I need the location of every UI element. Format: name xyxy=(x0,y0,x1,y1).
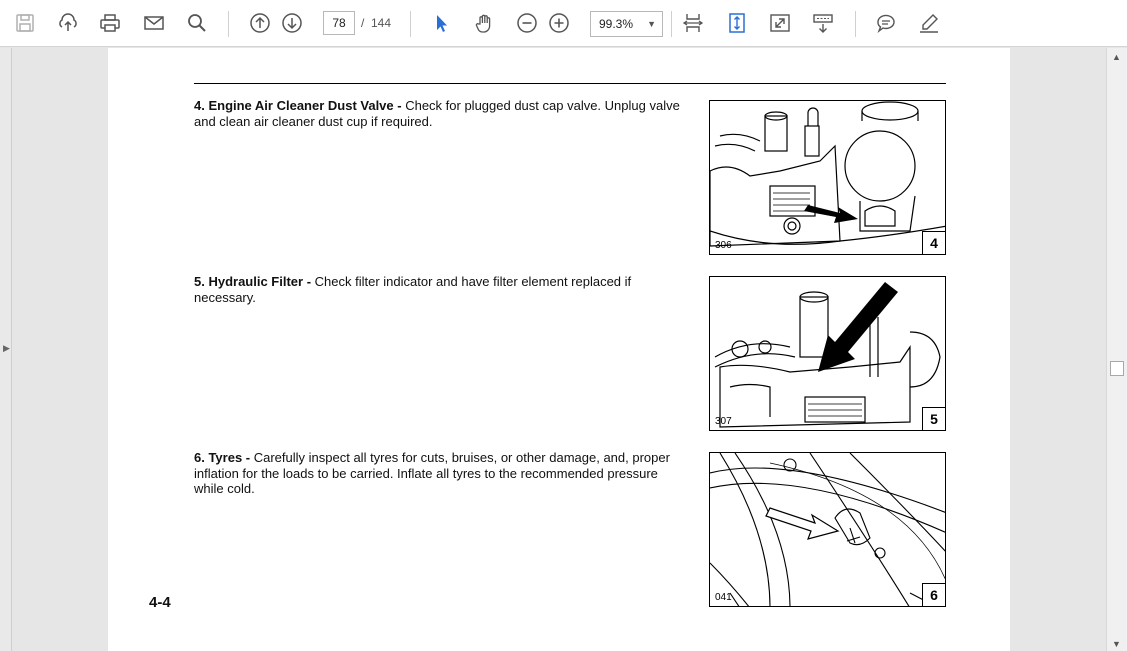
chevron-right-icon: ▶ xyxy=(3,343,10,353)
toolbar-separator xyxy=(410,11,411,37)
figure-number: 6 xyxy=(922,583,945,606)
page-separator: / xyxy=(361,16,365,30)
figure-number: 5 xyxy=(922,407,945,430)
figure-code: 041 xyxy=(715,592,732,603)
figure-6-tyres: 041 6 xyxy=(709,452,946,607)
document-page: 4. Engine Air Cleaner Dust Valve - Check… xyxy=(108,48,1010,651)
figure-5-hydraulic-filter: 307 5 xyxy=(709,276,946,431)
fullscreen-icon[interactable] xyxy=(765,8,795,38)
item-6-body: Carefully inspect all tyres for cuts, br… xyxy=(194,450,670,496)
item-5-text: 5. Hydraulic Filter - Check filter indic… xyxy=(194,274,689,305)
scroll-mode-icon[interactable] xyxy=(808,8,838,38)
page-down-icon[interactable] xyxy=(277,8,307,38)
figure-number: 4 xyxy=(922,231,945,254)
zoom-in-icon[interactable] xyxy=(544,8,574,38)
fit-width-icon[interactable] xyxy=(678,8,708,38)
search-icon[interactable] xyxy=(182,8,212,38)
zoom-select[interactable]: 99.3% ▼ xyxy=(590,11,663,37)
scroll-down-icon[interactable]: ▼ xyxy=(1112,639,1121,649)
header-rule xyxy=(194,83,946,84)
chevron-down-icon: ▼ xyxy=(647,19,656,29)
zoom-value: 99.3% xyxy=(599,17,634,31)
toolbar: 78 / 144 99.3% ▼ xyxy=(0,0,1127,47)
left-panel-toggle[interactable]: ▶ xyxy=(0,48,12,651)
scrollbar-thumb[interactable] xyxy=(1110,361,1124,376)
viewer-background xyxy=(1010,48,1106,651)
viewer-background xyxy=(12,48,108,651)
page-up-icon[interactable] xyxy=(245,8,275,38)
sign-icon[interactable] xyxy=(914,8,944,38)
item-4-text: 4. Engine Air Cleaner Dust Valve - Check… xyxy=(194,98,689,129)
item-6-title: 6. Tyres - xyxy=(194,450,251,465)
comment-icon[interactable] xyxy=(871,8,901,38)
save-icon[interactable] xyxy=(10,8,40,38)
toolbar-separator xyxy=(228,11,229,37)
upload-icon[interactable] xyxy=(53,8,83,38)
air-cleaner-illustration xyxy=(710,101,945,247)
item-5-title: 5. Hydraulic Filter - xyxy=(194,274,312,289)
page-number-input[interactable]: 78 xyxy=(323,11,355,35)
item-6-text: 6. Tyres - Carefully inspect all tyres f… xyxy=(194,450,689,497)
toolbar-separator xyxy=(855,11,856,37)
hydraulic-filter-illustration xyxy=(714,282,941,428)
page-total: 144 xyxy=(371,16,392,30)
fit-page-icon[interactable] xyxy=(722,8,752,38)
hand-tool-icon[interactable] xyxy=(469,8,499,38)
scroll-up-icon[interactable]: ▲ xyxy=(1112,52,1121,62)
select-cursor-icon[interactable] xyxy=(426,8,456,38)
tyre-valve-illustration xyxy=(710,453,945,606)
page-label: 4-4 xyxy=(149,594,171,611)
zoom-out-icon[interactable] xyxy=(512,8,542,38)
figure-code: 306 xyxy=(715,240,732,251)
figure-4-air-cleaner: 306 4 xyxy=(709,100,946,255)
email-icon[interactable] xyxy=(139,8,169,38)
print-icon[interactable] xyxy=(95,8,125,38)
vertical-scrollbar[interactable]: ▲ ▼ xyxy=(1106,48,1127,651)
item-4-title: 4. Engine Air Cleaner Dust Valve - xyxy=(194,98,402,113)
toolbar-separator xyxy=(671,11,672,37)
figure-code: 307 xyxy=(715,416,732,427)
